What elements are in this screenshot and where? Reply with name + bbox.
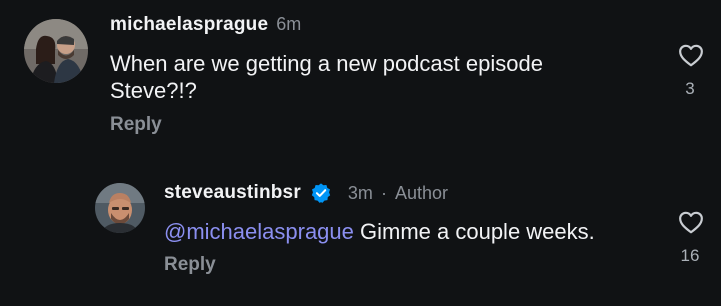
separator-dot: · bbox=[380, 182, 387, 203]
reply-message: Gimme a couple weeks. bbox=[353, 219, 595, 244]
heart-outline-icon[interactable] bbox=[678, 43, 704, 67]
reply-button[interactable]: Reply bbox=[164, 254, 216, 276]
like-count: 16 bbox=[680, 246, 700, 265]
author-label: Author bbox=[394, 182, 448, 203]
reply-header: steveaustinbsr 3m · Author bbox=[164, 182, 448, 204]
mention-link[interactable]: @michaelasprague bbox=[164, 219, 354, 244]
reply-text: @michaelasprague Gimme a couple weeks. bbox=[164, 218, 595, 245]
like-count: 3 bbox=[685, 79, 695, 98]
avatar-michaelasprague[interactable] bbox=[24, 19, 88, 83]
reply-username[interactable]: steveaustinbsr bbox=[164, 182, 301, 204]
verified-badge-icon bbox=[311, 183, 331, 203]
comment-username[interactable]: michaelasprague bbox=[110, 14, 268, 36]
reply-button[interactable]: Reply bbox=[110, 114, 162, 136]
comment-header: michaelasprague 6m bbox=[110, 14, 301, 36]
avatar-steveaustinbsr[interactable] bbox=[95, 183, 145, 233]
comment-text: When are we getting a new podcast episod… bbox=[110, 51, 543, 103]
heart-outline-icon[interactable] bbox=[678, 210, 704, 234]
comments-thread: michaelasprague 6m When are we getting a… bbox=[0, 0, 721, 306]
reply-timestamp: 3m bbox=[347, 182, 373, 203]
comment-timestamp: 6m bbox=[276, 14, 302, 34]
